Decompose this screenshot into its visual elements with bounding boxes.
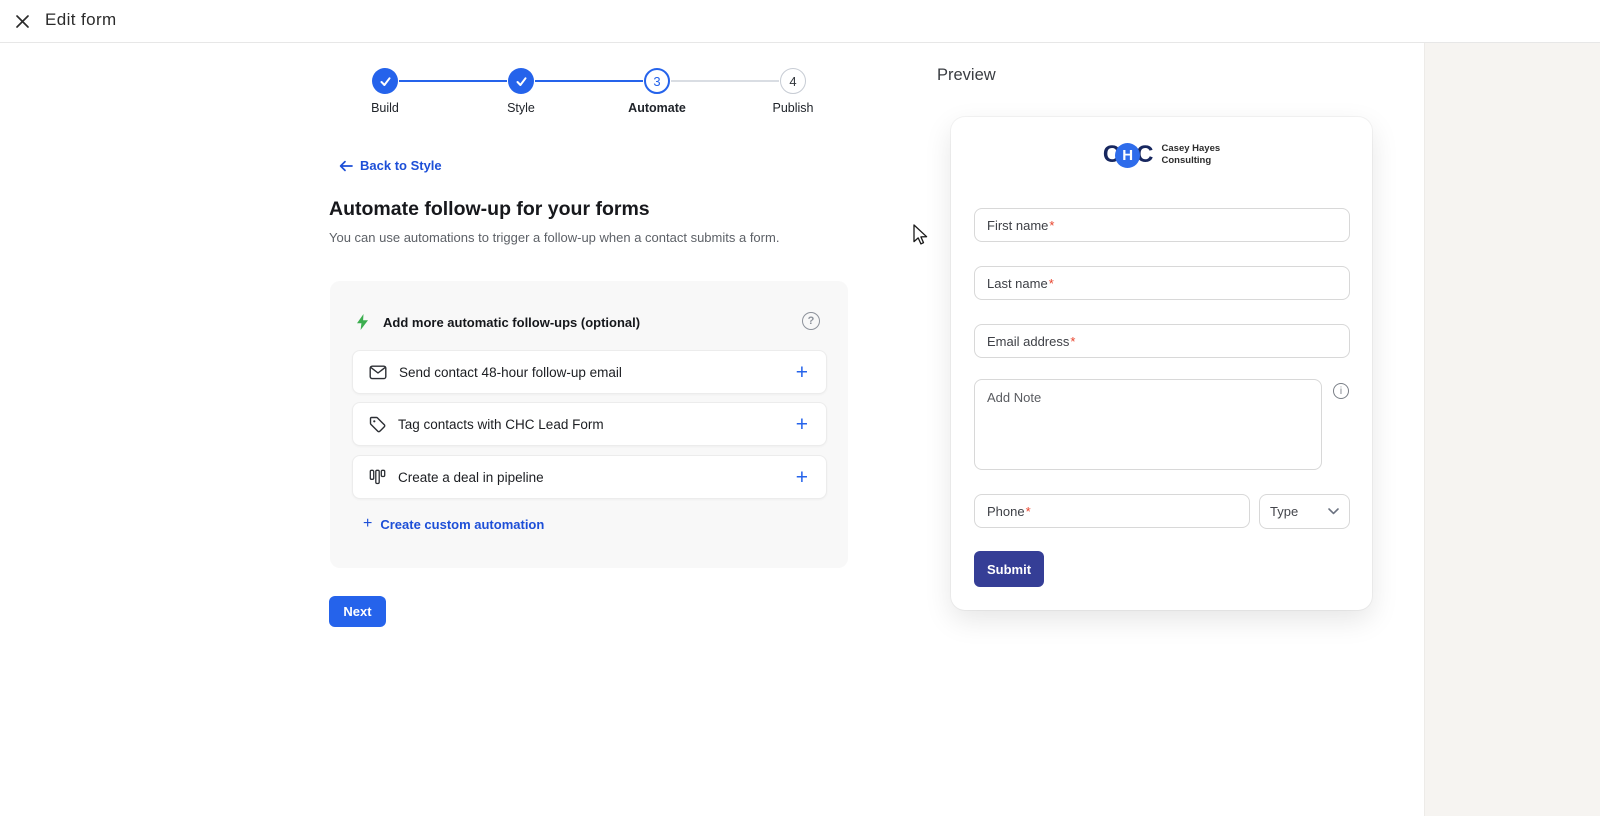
step-automate-label: Automate <box>628 101 686 115</box>
required-marker: * <box>1049 217 1055 233</box>
step-publish[interactable]: 4 Publish <box>745 68 841 115</box>
lightning-icon <box>357 314 368 330</box>
add-automation-icon[interactable]: + <box>794 467 810 488</box>
step-automate-number: 3 <box>653 73 661 89</box>
automations-card-header: Add more automatic follow-ups (optional) <box>355 313 640 331</box>
automations-card-title: Add more automatic follow-ups (optional) <box>383 314 641 330</box>
select-value: Type <box>1270 504 1299 519</box>
question-circle-icon[interactable]: ? <box>802 312 820 330</box>
section-subtitle: You can use automations to trigger a fol… <box>329 230 780 245</box>
note-textarea[interactable]: Add Note <box>974 379 1322 470</box>
create-custom-automation-link[interactable]: + Create custom automation <box>363 515 544 533</box>
check-icon <box>372 68 398 94</box>
pipeline-icon <box>369 469 386 485</box>
add-automation-icon[interactable]: + <box>794 362 810 383</box>
mouse-cursor <box>913 224 928 245</box>
chevron-down-icon <box>1328 508 1339 515</box>
step-automate[interactable]: 3 Automate <box>609 68 705 115</box>
phone-field[interactable]: Phone * <box>974 494 1250 528</box>
add-automation-icon[interactable]: + <box>794 414 810 435</box>
email-address-field[interactable]: Email address * <box>974 324 1350 358</box>
automation-row-followup-email[interactable]: Send contact 48-hour follow-up email + <box>352 350 827 394</box>
step-style-label: Style <box>507 101 535 115</box>
automation-label: Send contact 48-hour follow-up email <box>399 364 622 380</box>
section-heading: Automate follow-up for your forms <box>329 198 650 220</box>
field-placeholder: Phone <box>987 503 1025 519</box>
check-icon <box>508 68 534 94</box>
step-build[interactable]: Build <box>337 68 433 115</box>
chc-logo: C H C <box>1102 141 1154 168</box>
background-strip <box>1424 43 1600 816</box>
required-marker: * <box>1070 333 1076 349</box>
required-marker: * <box>1048 275 1054 291</box>
form-preview-card: C H C Casey Hayes Consulting First name *… <box>951 117 1372 610</box>
automation-row-tag-contacts[interactable]: Tag contacts with CHC Lead Form + <box>352 402 827 446</box>
step-publish-number: 4 <box>789 73 797 89</box>
phone-type-select[interactable]: Type <box>1259 494 1350 529</box>
step-number: 3 <box>644 68 670 94</box>
arrow-left-icon <box>339 160 353 171</box>
back-to-style-link[interactable]: Back to Style <box>339 158 442 173</box>
brand-name: Casey Hayes Consulting <box>1161 143 1221 166</box>
brand-header: C H C Casey Hayes Consulting <box>951 141 1372 169</box>
plus-icon: + <box>363 515 373 532</box>
field-placeholder: Last name <box>987 275 1048 291</box>
step-publish-label: Publish <box>772 101 814 115</box>
edit-form-window: Edit form Build Style 3 Automate 4 Publi… <box>0 0 1600 816</box>
next-button[interactable]: Next <box>329 596 386 627</box>
step-style[interactable]: Style <box>473 68 569 115</box>
preview-title: Preview <box>937 66 996 84</box>
field-placeholder: Email address <box>987 333 1070 349</box>
submit-button[interactable]: Submit <box>974 551 1044 587</box>
tag-icon <box>369 416 386 433</box>
automation-label: Tag contacts with CHC Lead Form <box>398 416 604 432</box>
automations-card: Add more automatic follow-ups (optional)… <box>330 281 848 568</box>
envelope-icon <box>369 365 387 380</box>
first-name-field[interactable]: First name * <box>974 208 1350 242</box>
info-circle-icon[interactable]: i <box>1333 383 1349 399</box>
step-number: 4 <box>780 68 806 94</box>
automation-row-create-deal[interactable]: Create a deal in pipeline + <box>352 455 827 499</box>
automation-label: Create a deal in pipeline <box>398 469 544 485</box>
step-build-label: Build <box>371 101 399 115</box>
back-link-label: Back to Style <box>360 158 442 173</box>
required-marker: * <box>1025 503 1031 519</box>
field-placeholder: First name <box>987 217 1049 233</box>
last-name-field[interactable]: Last name * <box>974 266 1350 300</box>
stepper: Build Style 3 Automate 4 Publish <box>0 0 1600 130</box>
custom-automation-label: Create custom automation <box>380 516 545 532</box>
note-placeholder: Add Note <box>987 390 1042 405</box>
